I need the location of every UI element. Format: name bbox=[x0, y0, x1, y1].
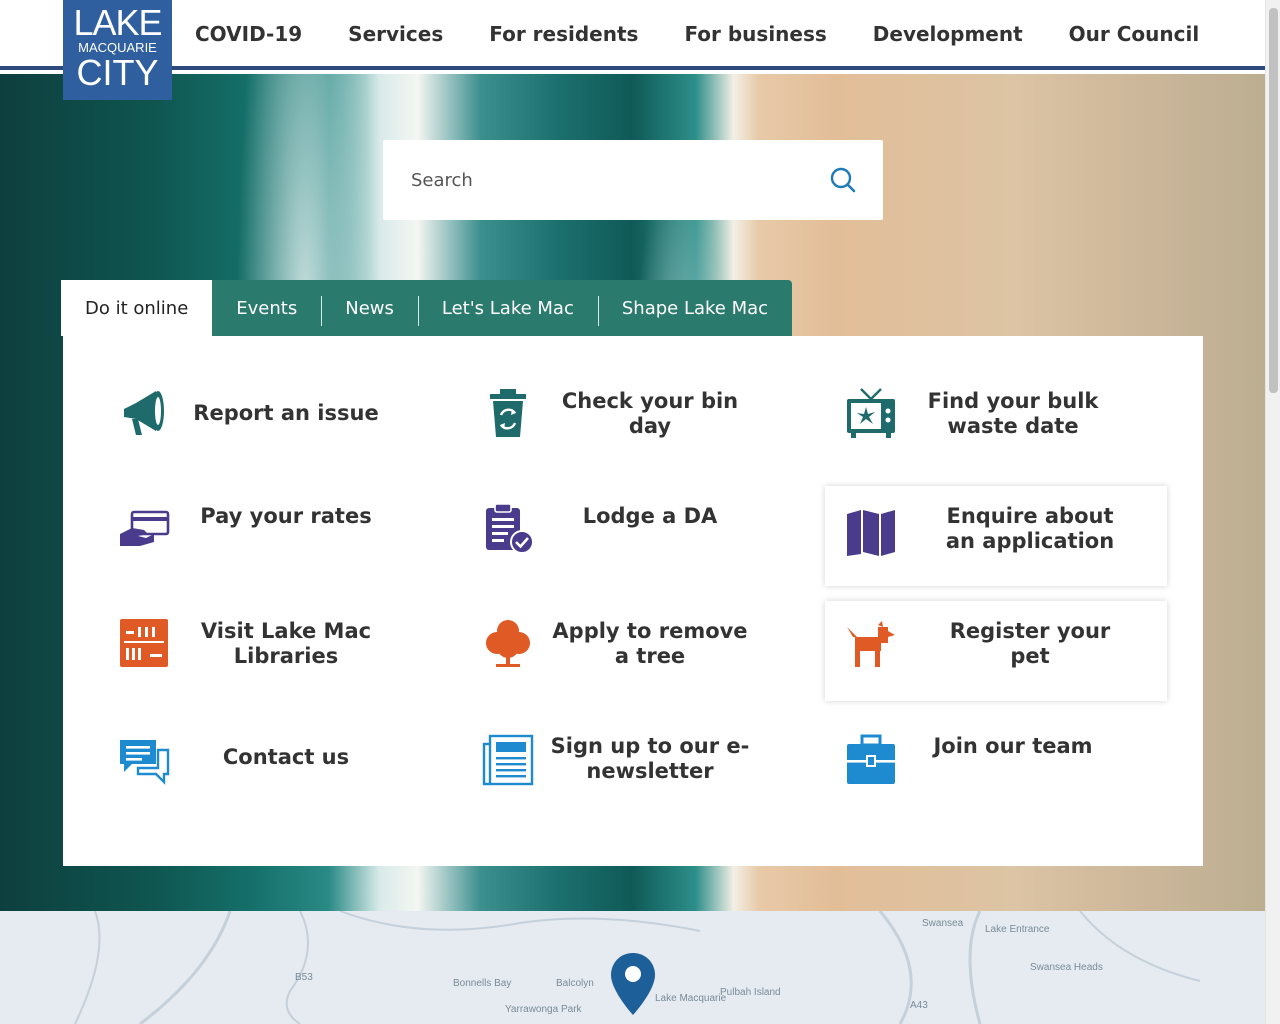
tile-join-team[interactable]: Join our team bbox=[815, 716, 1157, 816]
clipboard-check-icon bbox=[486, 503, 534, 554]
recycle-bin-icon bbox=[490, 389, 526, 437]
tab-news[interactable]: News bbox=[321, 280, 418, 336]
nav-services[interactable]: Services bbox=[348, 22, 443, 46]
map-label: Lake Entrance bbox=[985, 924, 1050, 935]
bookshelf-icon bbox=[120, 619, 168, 667]
map-label: Balcolyn bbox=[556, 978, 594, 989]
tile-label: Sign up to our e-newsletter bbox=[550, 734, 750, 783]
logo-line-1: LAKE bbox=[73, 2, 162, 43]
tab-shape-lake-mac[interactable]: Shape Lake Mac bbox=[597, 280, 793, 336]
map-label: B53 bbox=[295, 972, 313, 983]
tab-do-it-online[interactable]: Do it online bbox=[61, 280, 213, 336]
newspaper-icon bbox=[482, 734, 534, 786]
map-label: Lake Macquarie bbox=[655, 993, 727, 1004]
tree-icon bbox=[486, 620, 530, 667]
tile-label: Visit Lake Mac Libraries bbox=[200, 619, 372, 668]
map-label: Pulbah Island bbox=[720, 987, 781, 998]
tile-bulk-waste[interactable]: Find your bulk waste date bbox=[815, 363, 1157, 463]
tab-bar: Do it online Events News Let's Lake Mac … bbox=[61, 280, 793, 336]
tile-label: Check your bin day bbox=[561, 389, 739, 438]
tile-label: Contact us bbox=[222, 745, 350, 769]
map-label: A43 bbox=[910, 1000, 928, 1011]
briefcase-icon bbox=[847, 734, 895, 784]
tile-enquire-application[interactable]: Enquire about an application bbox=[825, 486, 1167, 586]
tile-e-newsletter[interactable]: Sign up to our e-newsletter bbox=[452, 716, 794, 816]
tab-lets-lake-mac[interactable]: Let's Lake Mac bbox=[417, 280, 598, 336]
tile-check-bin-day[interactable]: Check your bin day bbox=[452, 363, 794, 463]
tab-events[interactable]: Events bbox=[212, 280, 322, 336]
tile-visit-libraries[interactable]: Visit Lake Mac Libraries bbox=[88, 601, 430, 701]
search-box bbox=[383, 140, 883, 220]
tile-label: Pay your rates bbox=[200, 504, 372, 528]
tile-label: Enquire about an application bbox=[945, 504, 1115, 553]
chat-bubbles-icon bbox=[120, 740, 170, 785]
tile-remove-tree[interactable]: Apply to remove a tree bbox=[452, 601, 794, 701]
tile-label: Join our team bbox=[933, 734, 1093, 758]
tile-label: Report an issue bbox=[193, 401, 379, 425]
map-pin-icon[interactable] bbox=[609, 951, 657, 1017]
nav-our-council[interactable]: Our Council bbox=[1069, 22, 1200, 46]
search-button[interactable] bbox=[829, 166, 857, 194]
site-header: COVID-19 Services For residents For busi… bbox=[0, 0, 1265, 70]
nav-for-business[interactable]: For business bbox=[684, 22, 826, 46]
map-label: Yarrawonga Park bbox=[505, 1004, 582, 1015]
nav-for-residents[interactable]: For residents bbox=[489, 22, 638, 46]
tile-pay-rates[interactable]: Pay your rates bbox=[88, 486, 430, 586]
tile-label: Find your bulk waste date bbox=[927, 389, 1099, 438]
do-it-online-panel: Report an issue Check your bin day Find … bbox=[63, 336, 1203, 866]
tile-register-pet[interactable]: Register your pet bbox=[825, 601, 1167, 701]
map-label: Swansea bbox=[922, 918, 964, 929]
nav-development[interactable]: Development bbox=[873, 22, 1023, 46]
tile-label: Register your pet bbox=[949, 619, 1111, 668]
logo-line-3: CITY bbox=[76, 52, 159, 93]
main-nav: COVID-19 Services For residents For busi… bbox=[195, 22, 1245, 46]
dog-icon bbox=[847, 621, 895, 667]
nav-covid-19[interactable]: COVID-19 bbox=[195, 22, 302, 46]
tile-report-an-issue[interactable]: Report an issue bbox=[88, 363, 430, 463]
tile-label: Lodge a DA bbox=[582, 504, 718, 528]
credit-card-hand-icon bbox=[120, 510, 170, 546]
tile-contact-us[interactable]: Contact us bbox=[88, 716, 430, 816]
megaphone-icon bbox=[124, 391, 164, 435]
scrollbar-thumb[interactable] bbox=[1269, 8, 1278, 393]
map-label: Swansea Heads bbox=[1030, 962, 1103, 973]
search-icon bbox=[830, 167, 856, 193]
page-scrollbar[interactable] bbox=[1265, 0, 1280, 1024]
broken-tv-icon bbox=[847, 388, 895, 438]
map-icon bbox=[847, 510, 895, 556]
site-logo[interactable]: LAKE MACQUARIE CITY bbox=[63, 0, 172, 100]
tile-label: Apply to remove a tree bbox=[552, 619, 748, 668]
map-label: Bonnells Bay bbox=[453, 978, 512, 989]
tile-lodge-da[interactable]: Lodge a DA bbox=[452, 486, 794, 586]
search-input[interactable] bbox=[411, 166, 811, 194]
